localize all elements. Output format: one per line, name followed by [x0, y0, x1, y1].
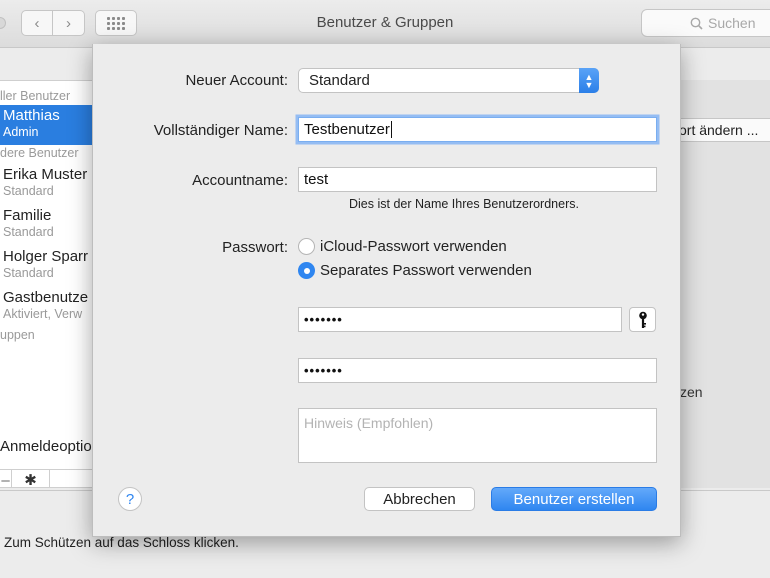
password-masked-value: ••••••• — [304, 312, 343, 327]
new-account-sheet: Neuer Account: Standard ▲ ▼ Vollständiger… — [92, 44, 681, 537]
sidebar-toolbar: – ✱ — [0, 469, 101, 488]
gear-icon: ✱ — [24, 472, 37, 488]
accountname-field[interactable]: test — [298, 167, 657, 192]
fullname-field[interactable]: Testbenutzer — [298, 117, 657, 142]
background-partial-text: zen — [680, 384, 703, 400]
user-role: Standard — [3, 225, 54, 239]
section-groups: uppen — [0, 328, 35, 342]
section-current-user: ller Benutzer — [0, 89, 71, 103]
radio-button — [298, 238, 315, 255]
radio-button-selected — [298, 262, 315, 279]
minus-icon: – — [1, 471, 10, 488]
action-menu-button[interactable]: ✱ — [12, 470, 50, 488]
user-name: Matthias — [3, 107, 60, 124]
accountname-value: test — [304, 171, 329, 188]
password-label: Passwort: — [222, 239, 288, 256]
hint-placeholder: Hinweis (Empfohlen) — [304, 415, 434, 431]
user-name: Erika Muster — [3, 166, 88, 183]
help-button[interactable]: ? — [118, 487, 142, 511]
users-sidebar: ller Benutzer Matthias Admin dere Benutz… — [0, 80, 102, 488]
cancel-button[interactable]: Abbrechen — [364, 487, 475, 511]
updown-arrows-icon: ▲ ▼ — [579, 68, 599, 93]
user-name: Holger Sparr — [3, 248, 89, 265]
login-options-item[interactable]: Anmeldeoptio — [0, 438, 92, 455]
account-type-popup[interactable]: Standard ▲ ▼ — [298, 68, 599, 93]
user-name: Familie — [3, 207, 52, 224]
window-titlebar: ‹ › Benutzer & Gruppen Suchen — [0, 0, 770, 48]
radio-icloud-label: iCloud-Passwort verwenden — [320, 238, 507, 255]
password-hint-field[interactable]: Hinweis (Empfohlen) — [298, 408, 657, 463]
sidebar-item-user[interactable]: Erika Muster Standard — [0, 162, 101, 203]
sidebar-item-current-user[interactable]: Matthias Admin — [0, 105, 101, 145]
account-type-label: Neuer Account: — [185, 72, 288, 89]
section-other-users: dere Benutzer — [0, 146, 79, 160]
user-role: Admin — [3, 125, 39, 139]
search-placeholder: Suchen — [708, 15, 756, 31]
radio-separate-label: Separates Passwort verwenden — [320, 262, 532, 279]
user-role: Standard — [3, 184, 54, 198]
fullname-value: Testbenutzer — [304, 121, 390, 138]
accountname-hint: Dies ist der Name Ihres Benutzerordners. — [349, 197, 579, 211]
radio-icloud-password[interactable]: iCloud-Passwort verwenden — [298, 238, 507, 255]
create-user-button[interactable]: Benutzer erstellen — [491, 487, 657, 511]
radio-separate-password[interactable]: Separates Passwort verwenden — [298, 262, 532, 279]
user-name: Gastbenutze — [3, 289, 89, 306]
user-role: Aktiviert, Verw — [3, 307, 83, 321]
help-icon: ? — [125, 490, 135, 508]
password-assistant-button[interactable] — [629, 307, 656, 332]
search-input[interactable]: Suchen — [641, 9, 770, 37]
verify-masked-value: ••••••• — [304, 363, 343, 378]
sidebar-item-user[interactable]: Holger Sparr Standard — [0, 244, 101, 285]
text-caret — [390, 121, 392, 138]
user-role: Standard — [3, 266, 54, 280]
password-field[interactable]: ••••••• — [298, 307, 622, 332]
verify-password-field[interactable]: ••••••• — [298, 358, 657, 383]
fullname-label: Vollständiger Name: — [153, 122, 288, 139]
account-type-value: Standard — [309, 72, 370, 89]
sidebar-item-user[interactable]: Familie Standard — [0, 203, 101, 244]
search-icon — [690, 17, 703, 30]
key-icon — [638, 311, 647, 328]
remove-user-button[interactable]: – — [0, 470, 12, 488]
lock-hint-text: Zum Schützen auf das Schloss klicken. — [4, 535, 239, 550]
accountname-label: Accountname: — [192, 172, 288, 189]
sidebar-item-user[interactable]: Gastbenutze Aktiviert, Verw — [0, 285, 101, 326]
